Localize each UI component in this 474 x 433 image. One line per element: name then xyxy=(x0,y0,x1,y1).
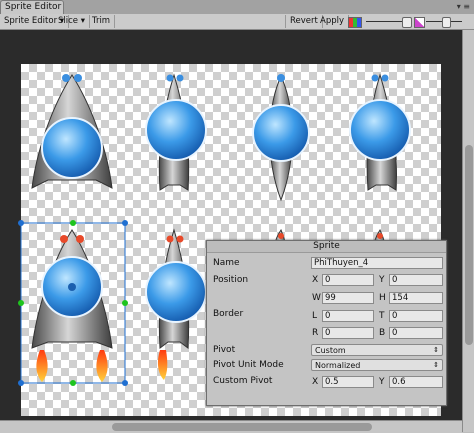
slice-dropdown[interactable]: Slice ▾ xyxy=(54,15,90,28)
selection-handle-bottom[interactable] xyxy=(70,380,76,386)
window-menu-icon[interactable]: ▾ ≡ xyxy=(457,2,470,11)
height-field[interactable]: 154 xyxy=(389,292,443,304)
selection-handle-top-right[interactable] xyxy=(122,220,128,226)
zoom-slider[interactable] xyxy=(426,16,462,28)
tab-sprite-editor[interactable]: Sprite Editor xyxy=(0,0,64,14)
border-left-field[interactable]: 0 xyxy=(322,310,374,322)
ship-sprite-2[interactable] xyxy=(145,73,207,191)
custom-pivot-label: Custom Pivot xyxy=(213,376,273,386)
dropdown-arrows-icon: ⇕ xyxy=(433,346,439,354)
border-right-label: R xyxy=(312,328,319,338)
color-channel-icon[interactable] xyxy=(348,17,362,28)
custom-pivot-x-field[interactable]: 0.5 xyxy=(322,376,374,388)
alpha-slider[interactable] xyxy=(366,16,412,28)
mip-checker-icon[interactable] xyxy=(414,17,425,28)
pivot-unit-mode-value: Normalized xyxy=(315,361,361,370)
pivot-label: Pivot xyxy=(213,345,236,355)
selection-handle-top-left[interactable] xyxy=(18,220,24,226)
ship-sprite-6[interactable] xyxy=(145,228,207,380)
position-y-field[interactable]: 0 xyxy=(389,274,443,286)
name-label: Name xyxy=(213,258,240,268)
pivot-unit-mode-label: Pivot Unit Mode xyxy=(213,360,284,370)
horizontal-scrollbar-thumb[interactable] xyxy=(112,423,372,431)
position-y-label: Y xyxy=(379,275,385,285)
border-label: Border xyxy=(213,309,244,319)
ship-sprite-1[interactable] xyxy=(31,74,113,189)
pivot-unit-mode-dropdown[interactable]: Normalized ⇕ xyxy=(311,359,443,371)
border-bottom-field[interactable]: 0 xyxy=(389,327,443,339)
custom-pivot-y-label: Y xyxy=(379,377,385,387)
vertical-scrollbar[interactable] xyxy=(462,30,474,432)
selection-handle-left[interactable] xyxy=(18,300,24,306)
dropdown-arrows-icon: ⇕ xyxy=(433,361,439,369)
custom-pivot-y-field[interactable]: 0.6 xyxy=(389,376,443,388)
height-label: H xyxy=(379,293,386,303)
position-x-field[interactable]: 0 xyxy=(322,274,374,286)
window-titlebar: Sprite Editor ▾ ≡ xyxy=(0,0,474,15)
vertical-scrollbar-thumb[interactable] xyxy=(465,145,473,345)
ship-sprite-3[interactable] xyxy=(252,74,310,202)
apply-button[interactable]: Apply xyxy=(316,15,349,28)
selection-handle-right[interactable] xyxy=(122,300,128,306)
position-label: Position xyxy=(213,275,249,285)
selection-handle-bottom-left[interactable] xyxy=(18,380,24,386)
zoom-slider-thumb[interactable] xyxy=(442,17,451,28)
panel-title: Sprite xyxy=(207,241,446,253)
ship-sprite-5[interactable] xyxy=(31,229,113,382)
name-field[interactable]: PhiThuyen_4 xyxy=(311,257,443,269)
width-label: W xyxy=(312,293,321,303)
pivot-dropdown[interactable]: Custom ⇕ xyxy=(311,344,443,356)
horizontal-scrollbar[interactable] xyxy=(0,420,462,433)
width-field[interactable]: 99 xyxy=(322,292,374,304)
border-right-field[interactable]: 0 xyxy=(322,327,374,339)
border-left-label: L xyxy=(312,311,318,321)
selection-handle-top[interactable] xyxy=(70,220,76,226)
ship-sprite-4[interactable] xyxy=(349,73,411,191)
border-top-label: T xyxy=(379,311,385,321)
sprite-inspector-panel: Sprite Name PhiThuyen_4 Position X 0 Y 0… xyxy=(206,240,447,406)
border-top-field[interactable]: 0 xyxy=(389,310,443,322)
trim-button[interactable]: Trim xyxy=(88,15,116,28)
toolbar: Sprite Editor ▾ Slice ▾ Trim Revert Appl… xyxy=(0,14,474,30)
pivot-dropdown-value: Custom xyxy=(315,346,346,355)
selection-handle-bottom-right[interactable] xyxy=(122,380,128,386)
position-x-label: X xyxy=(312,275,319,285)
custom-pivot-x-label: X xyxy=(312,377,319,387)
border-bottom-label: B xyxy=(379,328,386,338)
